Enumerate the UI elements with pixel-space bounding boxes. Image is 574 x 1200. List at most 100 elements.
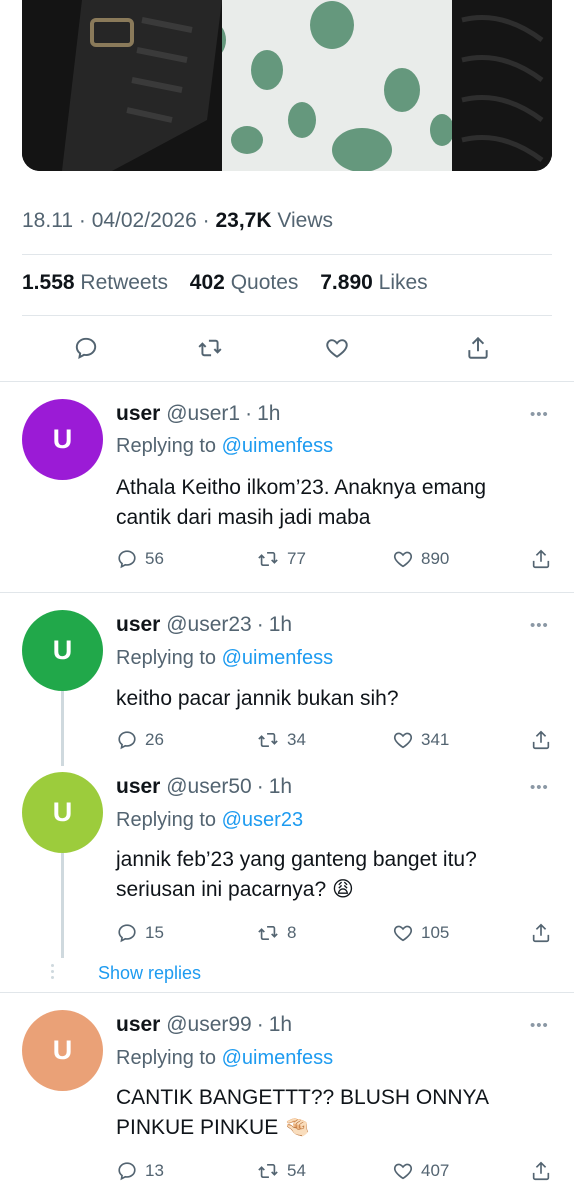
reply-icon bbox=[118, 731, 136, 750]
user-name[interactable]: user bbox=[116, 613, 160, 636]
share-button[interactable] bbox=[463, 333, 493, 363]
like-button[interactable]: 341 bbox=[392, 727, 449, 753]
more-icon[interactable]: ••• bbox=[530, 618, 556, 633]
retweet-button[interactable]: 34 bbox=[256, 727, 306, 753]
reply-icon bbox=[75, 337, 97, 359]
retweet-icon bbox=[258, 552, 278, 566]
replying-to: Replying to @uimenfess bbox=[116, 1047, 333, 1070]
thread-line bbox=[61, 691, 64, 766]
retweet-count: 34 bbox=[287, 730, 306, 749]
likes-label: Likes bbox=[378, 271, 428, 294]
reply-text-line: seriusan ini pacarnya? 😩 bbox=[116, 878, 354, 901]
reply-button[interactable] bbox=[71, 333, 101, 363]
avatar[interactable]: U bbox=[22, 399, 103, 480]
retweets-stat[interactable]: 1.558 Retweets bbox=[22, 271, 168, 294]
user-handle[interactable]: @user1 bbox=[166, 402, 240, 425]
reply-text-line: CANTIK BANGETTT?? BLUSH ONNYA bbox=[116, 1086, 490, 1109]
reply-button[interactable]: 13 bbox=[116, 1158, 164, 1184]
retweets-count: 1.558 bbox=[22, 271, 75, 294]
user-name[interactable]: user bbox=[116, 402, 160, 425]
replying-to-handle[interactable]: @uimenfess bbox=[222, 1047, 333, 1069]
tweet-meta: 18.11 · 04/02/2026 · 23,7K Views bbox=[22, 209, 333, 233]
replying-to: Replying to @user23 bbox=[116, 809, 303, 832]
more-icon[interactable]: ••• bbox=[530, 1018, 556, 1033]
reply-header: user @user1 · 1h bbox=[116, 402, 280, 426]
views-count: 23,7K bbox=[215, 209, 272, 232]
reply-text: Athala Keitho ilkom’23. Anaknya emang ca… bbox=[116, 473, 536, 533]
avatar[interactable]: U bbox=[22, 610, 103, 691]
retweet-icon bbox=[258, 1164, 278, 1178]
replying-label: Replying to bbox=[116, 1047, 217, 1069]
divider bbox=[22, 315, 552, 316]
avatar[interactable]: U bbox=[22, 1010, 103, 1091]
replying-to-handle[interactable]: @uimenfess bbox=[222, 647, 333, 669]
quotes-count: 402 bbox=[189, 271, 225, 294]
heart-icon bbox=[393, 925, 413, 942]
more-icon[interactable]: ••• bbox=[530, 780, 556, 795]
like-button[interactable] bbox=[322, 333, 352, 363]
share-button[interactable] bbox=[530, 546, 552, 572]
separator: · bbox=[245, 402, 253, 425]
likes-count: 7.890 bbox=[320, 271, 373, 294]
reply-count: 26 bbox=[145, 730, 164, 749]
reply-text: jannik feb’23 yang ganteng banget itu? s… bbox=[116, 845, 536, 905]
user-handle[interactable]: @user99 bbox=[166, 1013, 252, 1036]
reply-text-line: cantik dari masih jadi maba bbox=[116, 506, 371, 529]
heart-icon bbox=[393, 551, 413, 568]
reply-text-line: PINKUE PINKUE 🤏🏻 bbox=[116, 1116, 311, 1139]
like-count: 407 bbox=[421, 1161, 450, 1180]
user-name[interactable]: user bbox=[116, 1013, 160, 1036]
share-button[interactable] bbox=[530, 920, 552, 946]
user-name[interactable]: user bbox=[116, 775, 160, 798]
tweet-photo[interactable] bbox=[22, 0, 552, 171]
replying-to-handle[interactable]: @user23 bbox=[222, 809, 303, 831]
user-handle[interactable]: @user23 bbox=[166, 613, 252, 636]
retweet-icon bbox=[258, 926, 278, 940]
retweet-button[interactable]: 54 bbox=[256, 1158, 306, 1184]
reply-count: 13 bbox=[145, 1161, 164, 1180]
reply-header: user @user23 · 1h bbox=[116, 613, 292, 637]
thread-line bbox=[61, 853, 64, 958]
retweet-button[interactable]: 77 bbox=[256, 546, 306, 572]
like-count: 105 bbox=[421, 923, 450, 942]
show-replies-link[interactable]: Show replies bbox=[98, 963, 201, 984]
retweet-button[interactable] bbox=[195, 333, 225, 363]
replying-to: Replying to @uimenfess bbox=[116, 647, 333, 670]
share-icon bbox=[532, 549, 550, 569]
reply-text-line: jannik feb’23 yang ganteng banget itu? bbox=[116, 848, 477, 871]
separator: · bbox=[78, 209, 86, 232]
reply-icon bbox=[118, 924, 136, 943]
share-icon bbox=[532, 923, 550, 943]
tweet-stats: 1.558 Retweets 402 Quotes 7.890 Likes bbox=[22, 271, 444, 295]
like-button[interactable]: 890 bbox=[392, 546, 449, 572]
retweet-count: 77 bbox=[287, 549, 306, 568]
retweet-icon bbox=[198, 339, 222, 357]
like-button[interactable]: 407 bbox=[392, 1158, 449, 1184]
reply-button[interactable]: 15 bbox=[116, 920, 164, 946]
reply-button[interactable]: 56 bbox=[116, 546, 164, 572]
divider bbox=[0, 592, 574, 593]
share-icon bbox=[532, 730, 550, 750]
replying-to-handle[interactable]: @uimenfess bbox=[222, 435, 333, 457]
like-button[interactable]: 105 bbox=[392, 920, 449, 946]
retweets-label: Retweets bbox=[80, 271, 168, 294]
separator: · bbox=[256, 775, 264, 798]
share-icon bbox=[532, 1161, 550, 1181]
likes-stat[interactable]: 7.890 Likes bbox=[320, 271, 427, 294]
reply-button[interactable]: 26 bbox=[116, 727, 164, 753]
tweet-date: 04/02/2026 bbox=[91, 209, 197, 232]
divider bbox=[0, 381, 574, 382]
retweet-button[interactable]: 8 bbox=[256, 920, 296, 946]
share-button[interactable] bbox=[530, 1158, 552, 1184]
thread-dots bbox=[51, 964, 55, 980]
tweet-action-bar bbox=[0, 333, 574, 363]
reply-text-line: keitho pacar jannik bukan sih? bbox=[116, 687, 399, 710]
reply-time: 1h bbox=[257, 402, 281, 425]
more-icon[interactable]: ••• bbox=[530, 407, 556, 422]
quotes-stat[interactable]: 402 Quotes bbox=[190, 271, 299, 294]
user-handle[interactable]: @user50 bbox=[166, 775, 252, 798]
separator: · bbox=[256, 1013, 264, 1036]
reply-header: user @user50 · 1h bbox=[116, 775, 292, 799]
avatar[interactable]: U bbox=[22, 772, 103, 853]
share-button[interactable] bbox=[530, 727, 552, 753]
